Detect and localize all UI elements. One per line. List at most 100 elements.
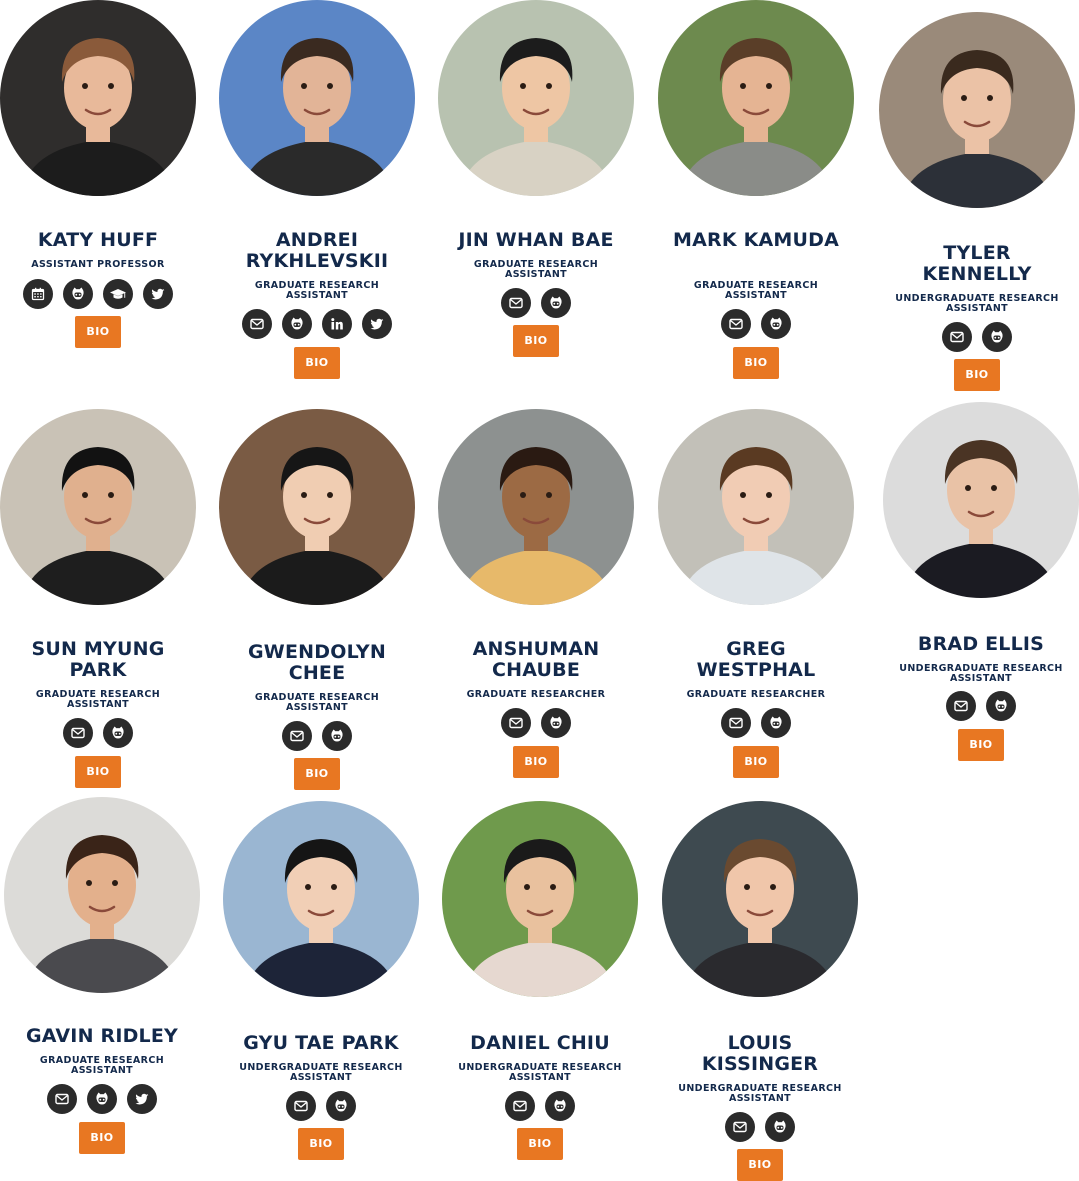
social-links bbox=[0, 718, 208, 748]
social-links bbox=[0, 1084, 212, 1114]
github-icon[interactable] bbox=[322, 721, 352, 751]
bio-button[interactable]: BIO bbox=[75, 316, 121, 348]
bio-button[interactable]: BIO bbox=[733, 347, 779, 379]
team-member-card: SUN MYUNG PARK GRADUATE RESEARCH ASSISTAN… bbox=[0, 638, 208, 788]
member-title: UNDERGRADUATE RESEARCH ASSISTANT bbox=[678, 1083, 842, 1104]
member-title: GRADUATE RESEARCH ASSISTANT bbox=[693, 280, 819, 301]
profile-photo bbox=[883, 402, 1079, 598]
github-icon[interactable] bbox=[282, 309, 312, 339]
github-icon[interactable] bbox=[982, 322, 1012, 352]
email-icon[interactable] bbox=[47, 1084, 77, 1114]
team-member-card: ANSHUMAN CHAUBE GRADUATE RESEARCHER BIO bbox=[426, 638, 646, 778]
social-links bbox=[426, 288, 646, 318]
social-links bbox=[650, 1112, 870, 1142]
bio-button[interactable]: BIO bbox=[954, 359, 1000, 391]
member-title: UNDERGRADUATE RESEARCH ASSISTANT bbox=[895, 293, 1059, 314]
github-icon[interactable] bbox=[541, 708, 571, 738]
social-links bbox=[211, 1091, 431, 1121]
email-icon[interactable] bbox=[946, 691, 976, 721]
team-member-card: DANIEL CHIU UNDERGRADUATE RESEARCH ASSIST… bbox=[430, 1033, 650, 1160]
bio-button[interactable]: BIO bbox=[75, 756, 121, 788]
team-member-card: MARK KAMUDA GRADUATE RESEARCH ASSISTANT BI… bbox=[646, 229, 866, 379]
team-member-card: GAVIN RIDLEY GRADUATE RESEARCH ASSISTANT B… bbox=[0, 1025, 212, 1154]
bio-button[interactable]: BIO bbox=[733, 746, 779, 778]
email-icon[interactable] bbox=[286, 1091, 316, 1121]
bio-button[interactable]: BIO bbox=[958, 729, 1004, 761]
github-icon[interactable] bbox=[103, 718, 133, 748]
social-links bbox=[867, 322, 1079, 352]
member-title: UNDERGRADUATE RESEARCH ASSISTANT bbox=[239, 1062, 403, 1083]
team-member-card: KATY HUFF ASSISTANT PROFESSOR BIO bbox=[0, 229, 208, 348]
member-name: GWENDOLYN CHEE bbox=[248, 641, 386, 684]
team-member-card: GREG WESTPHAL GRADUATE RESEARCHER BIO bbox=[646, 639, 866, 778]
profile-photo bbox=[4, 797, 200, 993]
bio-button[interactable]: BIO bbox=[298, 1128, 344, 1160]
member-name: SUN MYUNG PARK bbox=[31, 638, 165, 681]
member-title: GRADUATE RESEARCHER bbox=[686, 689, 826, 700]
profile-photo bbox=[442, 801, 638, 997]
email-icon[interactable] bbox=[942, 322, 972, 352]
email-icon[interactable] bbox=[501, 288, 531, 318]
team-member-card: GWENDOLYN CHEE GRADUATE RESEARCH ASSISTAN… bbox=[207, 641, 427, 790]
github-icon[interactable] bbox=[761, 708, 791, 738]
member-title: UNDERGRADUATE RESEARCH ASSISTANT bbox=[899, 663, 1063, 684]
github-icon[interactable] bbox=[63, 279, 93, 309]
profile-photo bbox=[0, 409, 196, 605]
bio-button[interactable]: BIO bbox=[737, 1149, 783, 1181]
member-name: LOUIS KISSINGER bbox=[701, 1032, 819, 1075]
twitter-icon[interactable] bbox=[143, 279, 173, 309]
github-icon[interactable] bbox=[986, 691, 1016, 721]
linkedin-icon[interactable] bbox=[322, 309, 352, 339]
twitter-icon[interactable] bbox=[362, 309, 392, 339]
email-icon[interactable] bbox=[63, 718, 93, 748]
member-title: GRADUATE RESEARCH ASSISTANT bbox=[35, 689, 161, 710]
twitter-icon[interactable] bbox=[127, 1084, 157, 1114]
member-name: KATY HUFF bbox=[37, 229, 159, 251]
member-title: GRADUATE RESEARCH ASSISTANT bbox=[254, 280, 380, 301]
email-icon[interactable] bbox=[725, 1112, 755, 1142]
member-title: GRADUATE RESEARCH ASSISTANT bbox=[473, 259, 599, 280]
github-icon[interactable] bbox=[765, 1112, 795, 1142]
profile-photo bbox=[219, 0, 415, 196]
bio-button[interactable]: BIO bbox=[513, 746, 559, 778]
email-icon[interactable] bbox=[501, 708, 531, 738]
social-links bbox=[0, 279, 208, 309]
member-name: MARK KAMUDA bbox=[672, 229, 840, 251]
calendar-icon[interactable] bbox=[23, 279, 53, 309]
member-name: GAVIN RIDLEY bbox=[25, 1025, 179, 1047]
email-icon[interactable] bbox=[282, 721, 312, 751]
graduation-cap-icon[interactable] bbox=[103, 279, 133, 309]
team-member-card: ANDREI RYKHLEVSKII GRADUATE RESEARCH ASSI… bbox=[207, 229, 427, 379]
github-icon[interactable] bbox=[545, 1091, 575, 1121]
member-name: ANSHUMAN CHAUBE bbox=[472, 638, 600, 681]
email-icon[interactable] bbox=[721, 708, 751, 738]
bio-button[interactable]: BIO bbox=[294, 347, 340, 379]
team-member-card: BRAD ELLIS UNDERGRADUATE RESEARCH ASSISTA… bbox=[871, 633, 1079, 761]
social-links bbox=[426, 708, 646, 738]
github-icon[interactable] bbox=[326, 1091, 356, 1121]
member-name: GYU TAE PARK bbox=[243, 1032, 399, 1054]
member-name: BRAD ELLIS bbox=[917, 633, 1045, 655]
bio-button[interactable]: BIO bbox=[517, 1128, 563, 1160]
team-member-card: JIN WHAN BAE GRADUATE RESEARCH ASSISTANT B… bbox=[426, 230, 646, 357]
social-links bbox=[430, 1091, 650, 1121]
email-icon[interactable] bbox=[505, 1091, 535, 1121]
email-icon[interactable] bbox=[721, 309, 751, 339]
team-member-card: TYLER KENNELLY UNDERGRADUATE RESEARCH ASS… bbox=[867, 243, 1079, 391]
github-icon[interactable] bbox=[87, 1084, 117, 1114]
member-title: GRADUATE RESEARCHER bbox=[466, 689, 606, 700]
member-name: ANDREI RYKHLEVSKII bbox=[245, 229, 389, 272]
profile-photo bbox=[658, 0, 854, 196]
email-icon[interactable] bbox=[242, 309, 272, 339]
github-icon[interactable] bbox=[541, 288, 571, 318]
profile-photo bbox=[438, 409, 634, 605]
bio-button[interactable]: BIO bbox=[513, 325, 559, 357]
profile-photo bbox=[223, 801, 419, 997]
social-links bbox=[207, 721, 427, 751]
github-icon[interactable] bbox=[761, 309, 791, 339]
profile-photo bbox=[438, 0, 634, 196]
social-links bbox=[646, 708, 866, 738]
bio-button[interactable]: BIO bbox=[79, 1122, 125, 1154]
bio-button[interactable]: BIO bbox=[294, 758, 340, 790]
profile-photo bbox=[662, 801, 858, 997]
